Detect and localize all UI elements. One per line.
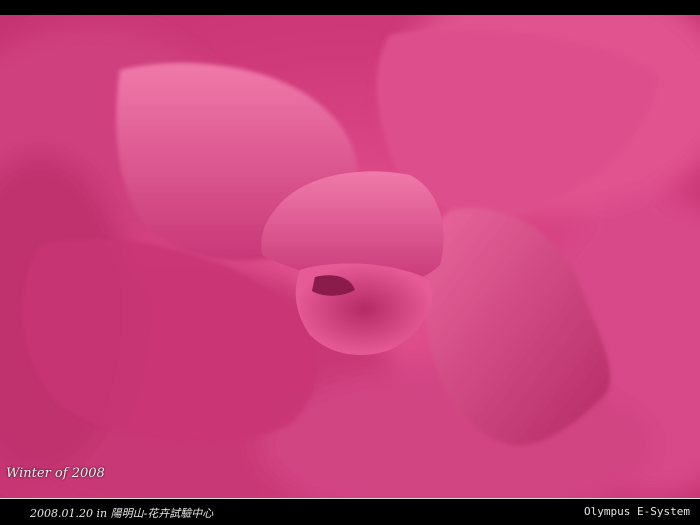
- photo-title: Winter of 2008: [6, 466, 105, 481]
- caption-bar: 2008.01.20 in 陽明山-花卉試驗中心 Olympus E-Syste…: [0, 499, 700, 525]
- flower-illustration: [0, 15, 700, 498]
- camera-label: Olympus E-System: [584, 505, 690, 518]
- flower-photo: [0, 15, 700, 498]
- date-location-text: 2008.01.20 in 陽明山-花卉試驗中心: [30, 507, 214, 520]
- top-black-bar: [0, 0, 700, 15]
